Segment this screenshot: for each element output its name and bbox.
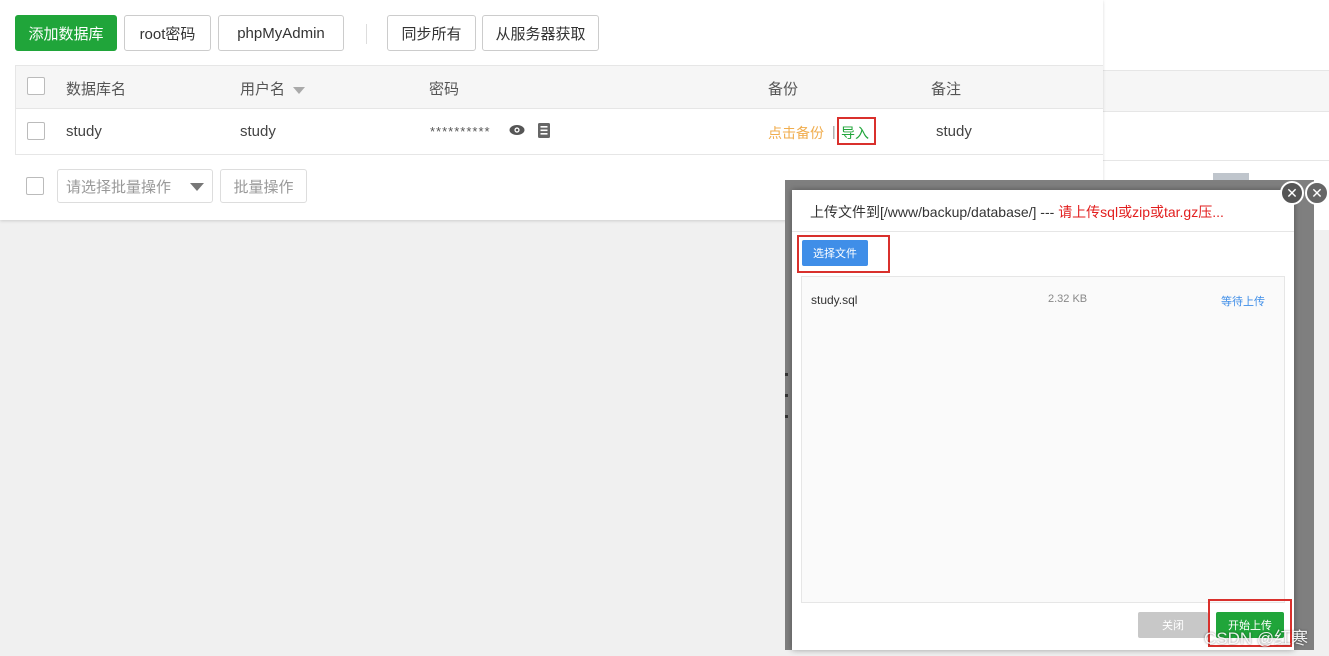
row-note: study <box>936 123 972 140</box>
link-separator: | <box>832 123 836 139</box>
batch-operation-button[interactable]: 批量操作 <box>220 169 307 203</box>
table-header-band <box>1103 71 1329 112</box>
file-status: 等待上传 <box>1221 296 1265 308</box>
background-dot <box>785 394 788 397</box>
header-password: 密码 <box>429 81 460 98</box>
row-user: study <box>240 123 276 140</box>
row-checkbox[interactable] <box>27 122 45 140</box>
dialog-title-warning: 请上传sql或zip或tar.gz压... <box>1058 204 1224 220</box>
background-dot <box>785 373 788 376</box>
header-db-name: 数据库名 <box>66 81 127 98</box>
dialog-title: 上传文件到[/www/backup/database/] --- 请上传sql或… <box>810 202 1224 222</box>
background-dot <box>785 415 788 418</box>
close-dialog-button[interactable]: 关闭 <box>1138 612 1208 638</box>
highlight-box <box>797 235 890 273</box>
add-database-button[interactable]: 添加数据库 <box>15 15 117 51</box>
file-name: study.sql <box>811 293 858 307</box>
toolbar-separator <box>366 24 367 44</box>
batch-select[interactable]: 请选择批量操作 <box>57 169 213 203</box>
header-user-label: 用户名 <box>240 81 286 98</box>
dialog-title-path: 上传文件到[/www/backup/database/] --- <box>810 204 1059 220</box>
eye-icon[interactable] <box>509 123 525 141</box>
close-icon[interactable]: ✕ <box>1280 181 1304 205</box>
batch-checkbox[interactable] <box>26 177 44 195</box>
file-list: study.sql 2.32 KB 等待上传 <box>801 276 1285 603</box>
watermark: CSDN @红寒 <box>1204 629 1309 648</box>
file-size: 2.32 KB <box>1048 293 1088 305</box>
backup-link[interactable]: 点击备份 <box>768 123 824 143</box>
batch-select-placeholder: 请选择批量操作 <box>66 178 172 196</box>
dropdown-triangle-icon <box>190 183 204 191</box>
divider <box>1103 160 1329 161</box>
fetch-from-server-button[interactable]: 从服务器获取 <box>482 15 599 51</box>
row-password-mask: ********** <box>430 124 491 139</box>
select-all-checkbox[interactable] <box>27 77 45 95</box>
highlight-box <box>837 117 876 145</box>
close-icon[interactable]: ✕ <box>1305 181 1329 205</box>
header-note: 备注 <box>931 81 962 98</box>
sort-caret-icon <box>293 86 306 94</box>
header-backup: 备份 <box>768 81 799 98</box>
row-db-name: study <box>66 123 102 140</box>
sync-all-button[interactable]: 同步所有 <box>387 15 476 51</box>
phpmyadmin-button[interactable]: phpMyAdmin <box>218 15 344 51</box>
upload-dialog: 上传文件到[/www/backup/database/] --- 请上传sql或… <box>792 190 1294 650</box>
database-table: 数据库名 用户名 密码 备份 备注 study study **********… <box>15 65 1103 155</box>
header-user[interactable]: 用户名 <box>240 78 306 99</box>
copy-icon[interactable] <box>537 122 551 143</box>
root-password-button[interactable]: root密码 <box>124 15 211 51</box>
